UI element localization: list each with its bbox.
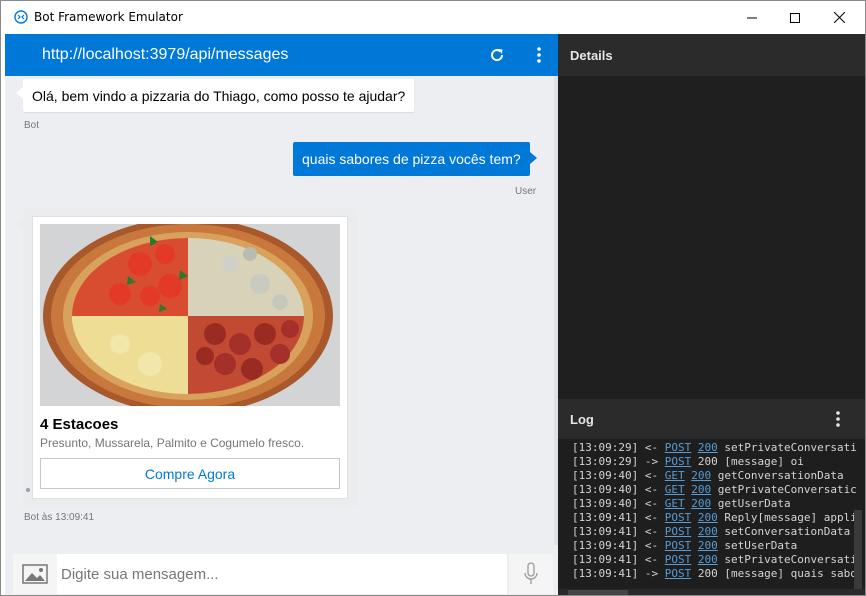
bot-message-meta: Bot — [24, 120, 40, 131]
window-title: Bot Framework Emulator — [34, 10, 183, 24]
log-entry: [13:09:29] -> POST 200 [message] oi — [572, 455, 804, 468]
card-meta: Bot às 13:09:41 — [24, 512, 95, 523]
composer — [5, 552, 558, 595]
bot-emulator-app-icon — [14, 10, 28, 24]
bot-message: Olá, bem vindo a pizzaria do Thiago, com… — [15, 79, 415, 112]
chat-header: http://localhost:3979/api/messages — [5, 34, 558, 76]
log-verb-link[interactable]: POST — [665, 539, 692, 552]
log-verb-link[interactable]: POST — [665, 567, 692, 580]
close-icon — [833, 12, 845, 23]
log-title: Log — [570, 412, 594, 427]
card-title: 4 Estacoes — [40, 416, 119, 433]
user-message-meta: User — [515, 186, 537, 197]
log-verb-link[interactable]: GET — [665, 469, 685, 482]
log-entry: [13:09:41] <- POST 200 setConversationDa… — [572, 525, 851, 538]
log-entry: [13:09:29] <- POST 200 setPrivateConvers… — [572, 441, 857, 454]
emulator-window: Bot Framework Emulator http://localhost:… — [0, 0, 866, 596]
log-verb-link[interactable]: GET — [665, 483, 685, 496]
log-entry: [13:09:40] <- GET 200 getConversationDat… — [572, 469, 844, 482]
log-entry: [13:09:40] <- GET 200 getUserData — [572, 497, 791, 510]
log-entry: [13:09:40] <- GET 200 getPrivateConversa… — [572, 483, 857, 496]
log-entry: [13:09:41] <- POST 200 Reply[message] ap… — [572, 511, 857, 524]
card-subtitle: Presunto, Mussarela, Palmito e Cogumelo … — [40, 436, 305, 450]
pizza-illustration — [40, 224, 340, 406]
carousel-indicator-dot — [26, 488, 30, 492]
log-more-options-icon[interactable] — [830, 409, 846, 429]
pizza-image — [40, 224, 340, 406]
log-header: Log — [558, 399, 865, 439]
log-verb-link[interactable]: POST — [665, 553, 692, 566]
chat-history[interactable]: Olá, bem vindo a pizzaria do Thiago, com… — [5, 76, 558, 545]
log-entry: [13:09:41] <- POST 200 setUserData — [572, 539, 798, 552]
details-title: Details — [570, 48, 613, 63]
microphone-icon — [524, 562, 538, 584]
log-horizontal-scroll-thumb[interactable] — [568, 590, 628, 595]
image-icon — [22, 564, 48, 584]
inspector-pane: Details Log [13:09:29] <- POST 200 setPr… — [558, 34, 865, 595]
log-verb-link[interactable]: GET — [665, 497, 685, 510]
log-verb-link[interactable]: POST — [665, 441, 692, 454]
log-verb-link[interactable]: POST — [665, 455, 692, 468]
maximize-icon — [790, 12, 800, 23]
message-input[interactable] — [57, 554, 507, 594]
title-bar: Bot Framework Emulator — [1, 1, 865, 34]
microphone-button[interactable] — [509, 554, 553, 594]
close-button[interactable] — [816, 1, 862, 34]
refresh-icon[interactable] — [487, 45, 507, 65]
hero-card-container: 4 Estacoes Presunto, Mussarela, Palmito … — [16, 209, 357, 507]
log-entry: [13:09:41] <- POST 200 setPrivateConvers… — [572, 553, 857, 566]
compre-agora-button[interactable]: Compre Agora — [40, 458, 340, 489]
log-scrollbar-thumb[interactable] — [854, 510, 862, 590]
endpoint-url[interactable]: http://localhost:3979/api/messages — [42, 46, 288, 64]
log-entry: [13:09:41] -> POST 200 [message] quais s… — [572, 567, 857, 580]
minimize-button[interactable] — [729, 1, 775, 34]
chat-pane: http://localhost:3979/api/messages Olá, … — [5, 34, 558, 595]
hero-card: 4 Estacoes Presunto, Mussarela, Palmito … — [32, 216, 348, 499]
details-header: Details — [558, 34, 865, 76]
log-verb-link[interactable]: POST — [665, 511, 692, 524]
upload-image-button[interactable] — [13, 554, 57, 594]
maximize-button[interactable] — [772, 1, 818, 34]
log-verb-link[interactable]: POST — [665, 525, 692, 538]
user-message: quais sabores de pizza vocês tem? — [293, 142, 537, 176]
log-list[interactable]: [13:09:29] <- POST 200 setPrivateConvers… — [558, 439, 865, 589]
minimize-icon — [747, 17, 757, 18]
more-options-icon[interactable] — [529, 45, 549, 65]
